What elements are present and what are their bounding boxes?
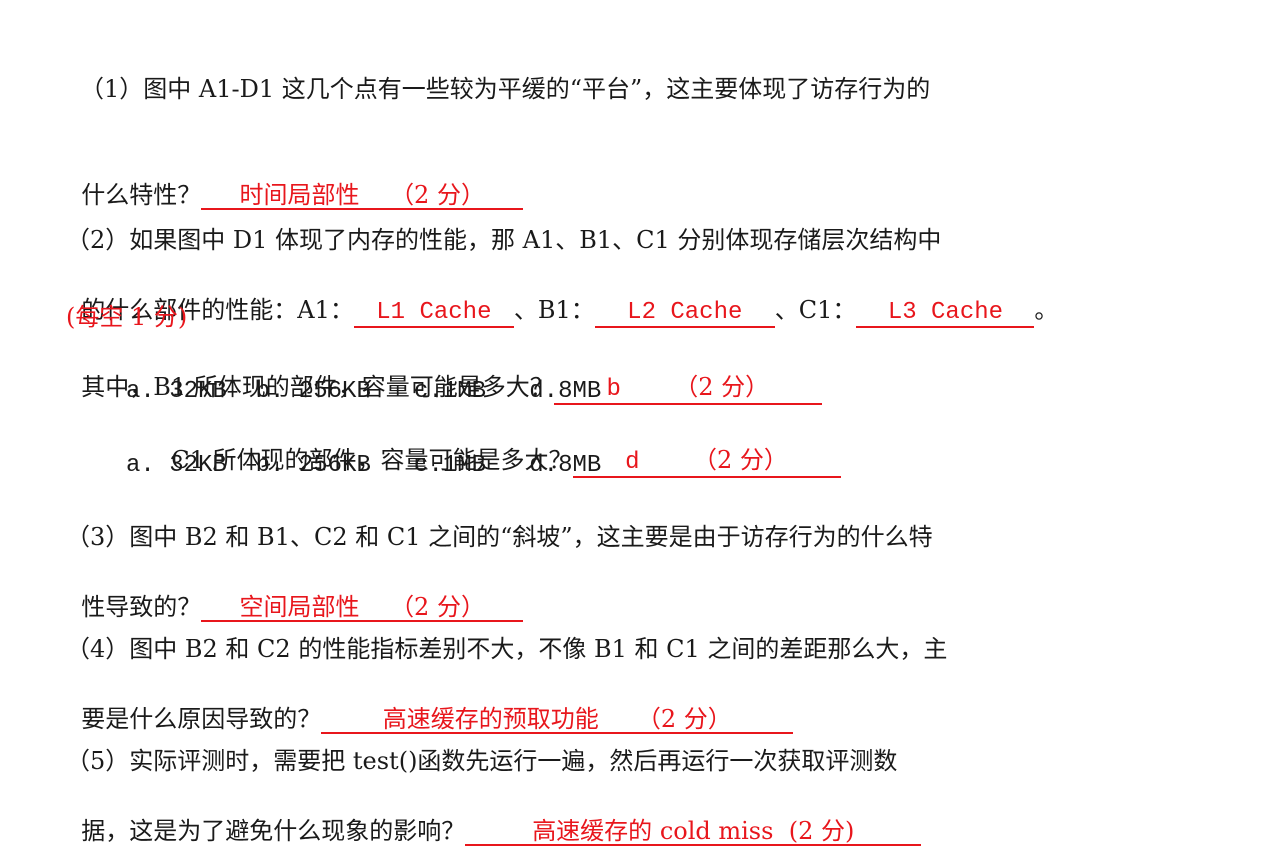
- q2-end: 。: [1034, 296, 1059, 324]
- q1-line1: （1）图中 A1-D1 这几个点有一些较为平缓的“平台”，这主要体现了访存行为的: [80, 75, 931, 103]
- q5-score: (2 分): [788, 817, 855, 845]
- q3-line1: （3）图中 B2 和 B1、C2 和 C1 之间的“斜坡”，这主要是由于访存行为…: [66, 523, 933, 551]
- q1-line2: 什么特性？ 时间局部性 （2 分）: [66, 150, 524, 210]
- q4-score: （2 分）: [636, 705, 732, 733]
- q4-answer-blank: 高速缓存的预取功能 （2 分）: [321, 705, 794, 734]
- q5-answer-blank: 高速缓存的 cold miss (2 分): [465, 817, 922, 846]
- q1-prefix: 什么特性？: [81, 181, 202, 209]
- q5-line1: （5）实际评测时，需要把 test()函数先运行一遍，然后再运行一次获取评测数: [66, 747, 898, 775]
- q2-sub-b1-answer: b: [606, 376, 621, 403]
- q2-sep-c1: 、C1：: [774, 296, 857, 324]
- q4-line2: 要是什么原因导致的？ 高速缓存的预取功能 （2 分）: [66, 674, 794, 734]
- q2-per-blank-score: (每空 1 分): [66, 303, 188, 331]
- q1-score: （2 分）: [390, 181, 485, 209]
- q5-prefix: 据，这是为了避免什么现象的影响？: [81, 817, 466, 845]
- q3-score: （2 分）: [390, 593, 485, 621]
- q1-answer: 时间局部性: [239, 181, 360, 209]
- q4-answer: 高速缓存的预取功能: [382, 705, 599, 733]
- q2-sub-c1-answer: d: [625, 449, 640, 476]
- q2-sub-c1-score: （2 分）: [692, 446, 788, 474]
- q4-prefix: 要是什么原因导致的？: [81, 705, 322, 733]
- q2-sub-b1-score: （2 分）: [674, 373, 770, 401]
- q3-line2: 性导致的？ 空间局部性 （2 分）: [66, 562, 524, 622]
- q2-line1: （2）如果图中 D1 体现了内存的性能，那 A1、B1、C1 分别体现存储层次结…: [66, 226, 942, 254]
- q2-line2: 的什么部件的性能：A1： L1 Cache 、B1： L2 Cache 、C1： L3 C…: [66, 265, 1058, 328]
- q2-answer-c1: L3 Cache: [856, 300, 1035, 328]
- q3-answer-blank: 空间局部性 （2 分）: [201, 593, 524, 622]
- q2-sep-b1: 、B1：: [513, 296, 595, 324]
- q4-line1: （4）图中 B2 和 C2 的性能指标差别不大，不像 B1 和 C1 之间的差距…: [66, 635, 948, 663]
- q2-options-2: a. 32KB b. 256KB c.1MB d.8MB: [126, 452, 602, 479]
- q3-answer: 空间局部性: [239, 593, 360, 621]
- q5-answer: 高速缓存的 cold miss: [532, 817, 774, 845]
- q2-answer-a1: L1 Cache: [353, 300, 514, 328]
- q5-line2: 据，这是为了避免什么现象的影响？ 高速缓存的 cold miss (2 分): [66, 786, 922, 846]
- q3-prefix: 性导致的？: [81, 593, 202, 621]
- q2-answer-b1: L2 Cache: [594, 300, 775, 328]
- q1-answer-blank: 时间局部性 （2 分）: [201, 181, 524, 210]
- q2-sub-c1-answer-blank: d （2 分）: [572, 446, 841, 478]
- q2-options-1: a. 32KB b. 256KB c.1MB d.8MB: [126, 378, 602, 405]
